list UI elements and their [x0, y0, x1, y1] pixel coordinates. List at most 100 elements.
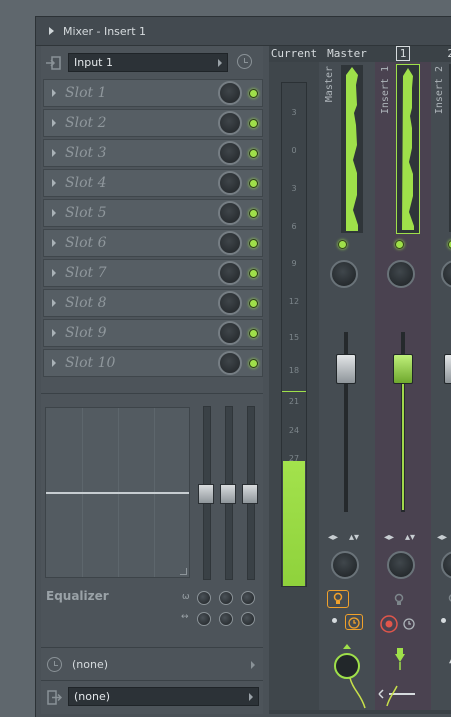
insert-1-route-arrow[interactable] [375, 642, 431, 710]
effect-slot[interactable]: Slot 1 [43, 79, 263, 107]
eq-band-fader-low[interactable] [203, 406, 211, 580]
eq-freq-knob-low[interactable] [197, 591, 211, 605]
master-strip[interactable]: Master ◂▸ ▴▾ [319, 62, 376, 710]
title-bar[interactable]: Mixer - Insert 1 [36, 17, 451, 46]
insert-1-header[interactable]: 1 [375, 46, 431, 62]
effect-slot[interactable]: Slot 10 [43, 349, 263, 377]
output-select[interactable]: (none) [68, 687, 259, 706]
master-time-button[interactable] [345, 614, 363, 630]
effect-slot[interactable]: Slot 4 [43, 169, 263, 197]
chevron-right-icon [218, 59, 222, 67]
fader-cap[interactable] [198, 484, 214, 504]
master-meter [341, 65, 363, 233]
slot-mix-knob[interactable] [218, 261, 242, 285]
slot-mix-knob[interactable] [218, 231, 242, 255]
effect-slot[interactable]: Slot 3 [43, 139, 263, 167]
stereo-separation-icon[interactable]: ▴▾ [405, 532, 415, 543]
expand-arrow-icon[interactable] [52, 179, 56, 187]
master-stereo-knob[interactable] [331, 551, 359, 579]
time-source-row[interactable]: (none) [41, 647, 263, 680]
clock-icon[interactable] [402, 617, 416, 631]
expand-arrow-icon[interactable] [52, 89, 56, 97]
record-arm-icon[interactable] [379, 614, 399, 634]
slot-enable-led[interactable] [249, 179, 258, 188]
expand-arrow-icon[interactable] [52, 359, 56, 367]
effect-slot[interactable]: Slot 7 [43, 259, 263, 287]
slot-mix-knob[interactable] [218, 291, 242, 315]
slot-mix-knob[interactable] [218, 141, 242, 165]
swap-stereo-icon[interactable]: ◂▸ [384, 532, 394, 543]
eq-bw-knob-mid[interactable] [219, 612, 233, 626]
fader-cap[interactable] [242, 484, 258, 504]
meter-tick: 3 [282, 108, 306, 117]
effect-slot[interactable]: Slot 9 [43, 319, 263, 347]
insert-2-pan-knob[interactable] [441, 260, 451, 288]
slot-enable-led[interactable] [249, 299, 258, 308]
slot-enable-led[interactable] [249, 359, 258, 368]
master-pan-knob[interactable] [330, 260, 358, 288]
slot-label: Slot 7 [65, 265, 106, 281]
insert-1-enable-led[interactable] [395, 240, 404, 249]
eq-bw-knob-low[interactable] [197, 612, 211, 626]
eq-bw-knob-high[interactable] [241, 612, 255, 626]
effect-slot[interactable]: Slot 6 [43, 229, 263, 257]
bandwidth-icon: ↔ [181, 612, 189, 622]
slot-enable-led[interactable] [249, 269, 258, 278]
expand-arrow-icon[interactable] [52, 119, 56, 127]
output-select-value: (none) [74, 690, 110, 703]
eq-band-fader-high[interactable] [247, 406, 255, 580]
fader-cap[interactable] [220, 484, 236, 504]
slot-mix-knob[interactable] [218, 201, 242, 225]
bulb-icon[interactable] [389, 592, 409, 610]
insert-1-stereo-knob[interactable] [387, 551, 415, 579]
master-send-wire[interactable] [325, 642, 369, 710]
slot-enable-led[interactable] [249, 329, 258, 338]
slot-enable-led[interactable] [249, 89, 258, 98]
insert-2-header[interactable]: 2 [431, 46, 451, 62]
slot-enable-led[interactable] [249, 119, 258, 128]
expand-arrow-icon[interactable] [52, 209, 56, 217]
expand-arrow-icon[interactable] [52, 299, 56, 307]
insert-2-dot[interactable] [441, 618, 446, 623]
collapse-arrow-icon[interactable] [49, 27, 54, 35]
slot-enable-led[interactable] [249, 239, 258, 248]
slot-enable-led[interactable] [249, 209, 258, 218]
swap-stereo-icon[interactable]: ◂▸ [437, 532, 447, 543]
effect-slots: Slot 1 Slot 2 Slot 3 Slot 4 Slot 5 Slot … [43, 79, 263, 379]
effect-slot[interactable]: Slot 5 [43, 199, 263, 227]
eq-freq-knob-mid[interactable] [219, 591, 233, 605]
insert-2-stereo-knob[interactable] [441, 551, 451, 579]
expand-arrow-icon[interactable] [52, 239, 56, 247]
expand-arrow-icon[interactable] [52, 269, 56, 277]
resize-grip-icon[interactable] [180, 568, 187, 575]
insert-1-strip[interactable]: Insert 1 ◂▸ ▴▾ [375, 62, 432, 710]
insert-1-pan-knob[interactable] [387, 260, 415, 288]
master-arm-button[interactable] [327, 590, 349, 608]
eq-band-fader-mid[interactable] [225, 406, 233, 580]
insert-1-volume-fader[interactable] [393, 354, 413, 384]
expand-arrow-icon[interactable] [52, 329, 56, 337]
bulb-icon[interactable] [443, 592, 451, 610]
slot-mix-knob[interactable] [218, 111, 242, 135]
effect-slot[interactable]: Slot 2 [43, 109, 263, 137]
master-enable-led[interactable] [338, 240, 347, 249]
insert-2-volume-fader[interactable] [444, 354, 451, 384]
slot-mix-knob[interactable] [218, 81, 242, 105]
slot-mix-knob[interactable] [218, 171, 242, 195]
eq-freq-knob-high[interactable] [241, 591, 255, 605]
slot-mix-knob[interactable] [218, 321, 242, 345]
slot-enable-led[interactable] [249, 149, 258, 158]
effect-slot[interactable]: Slot 8 [43, 289, 263, 317]
slot-mix-knob[interactable] [218, 351, 242, 375]
input-select[interactable]: Input 1 [68, 53, 228, 72]
expand-arrow-icon[interactable] [52, 149, 56, 157]
eq-graph[interactable] [45, 407, 190, 578]
current-peak-meter: 3 0 3 6 9 12 15 18 21 24 27 [281, 82, 307, 587]
clock-icon[interactable] [237, 54, 252, 69]
swap-stereo-icon[interactable]: ◂▸ [328, 532, 338, 543]
master-dot[interactable] [332, 618, 337, 623]
insert-2-strip[interactable]: Insert 2 ◂▸ ▲ [431, 62, 451, 710]
master-volume-fader[interactable] [336, 354, 356, 384]
stereo-separation-icon[interactable]: ▴▾ [349, 532, 359, 543]
meter-tick: 15 [282, 333, 306, 342]
